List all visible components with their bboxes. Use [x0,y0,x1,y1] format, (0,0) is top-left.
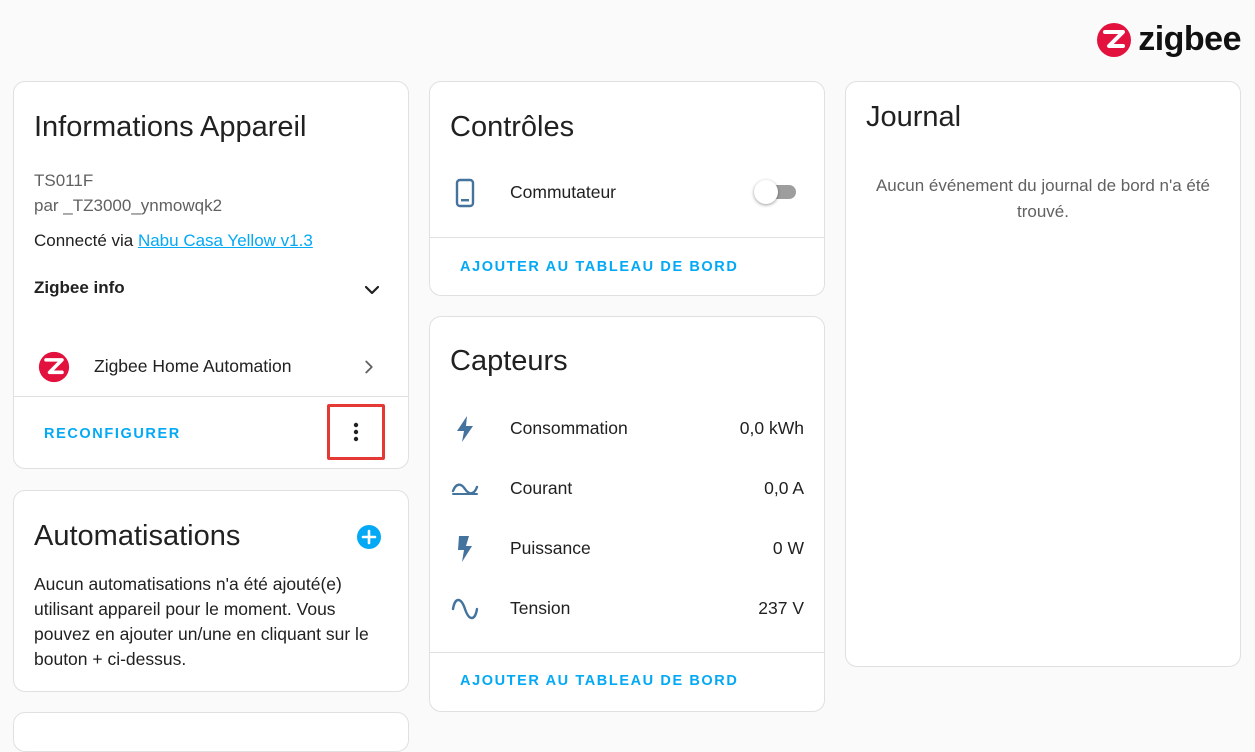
connected-via-label: Connecté via [34,231,138,250]
sensor-label: Courant [510,478,573,498]
flash-icon [458,536,472,562]
sensors-title: Capteurs [450,345,568,377]
sensor-row-consumption[interactable]: Consommation 0,0 kWh [430,411,824,447]
dots-vertical-icon [353,422,359,442]
sensor-value: 0,0 kWh [739,418,804,438]
zigbee-integration-icon [38,351,70,383]
device-manufacturer: par _TZ3000_ynmowqk2 [34,196,223,215]
journal-empty-text: Aucun événement du journal de bord n'a é… [875,176,1211,221]
automations-empty-text: Aucun automatisations n'a été ajouté(e) … [34,574,369,669]
more-options-button[interactable] [327,404,385,460]
current-ac-icon [451,483,479,495]
add-to-dashboard-button[interactable]: AJOUTER AU TABLEAU DE BORD [460,673,738,689]
controls-title: Contrôles [450,111,575,143]
chevron-right-icon [365,360,373,374]
add-automation-button[interactable] [356,524,382,550]
sensor-value: 237 V [758,598,804,618]
sensor-value: 0 W [772,538,804,558]
divider [430,652,824,653]
automations-card: Automatisations Aucun automatisations n'… [13,490,409,692]
reconfigure-button[interactable]: RECONFIGURER [44,426,181,442]
toggle-thumb [754,180,778,204]
journal-title: Journal [866,101,962,133]
device-info-card: Informations Appareil TS011F par _TZ3000… [13,81,409,469]
add-to-dashboard-button[interactable]: AJOUTER AU TABLEAU DE BORD [460,259,738,275]
device-model: TS011F [34,171,94,190]
connected-via-link[interactable]: Nabu Casa Yellow v1.3 [138,231,313,250]
brand-name: zigbee [1138,20,1241,58]
sensor-row-voltage[interactable]: Tension 237 V [430,591,824,627]
sensor-label: Puissance [510,538,591,558]
chevron-down-icon [364,285,380,295]
switch-label: Commutateur [510,182,617,202]
sensors-card: Capteurs Consommation 0,0 kWh Courant 0,… [429,316,825,712]
switch-row[interactable]: Commutateur [430,172,824,214]
controls-card: Contrôles Commutateur AJOUTER AU TABLEAU… [429,81,825,296]
divider [430,237,824,238]
divider [14,396,408,397]
next-card [13,712,409,752]
lightning-icon [457,416,473,442]
zigbee-brand: zigbee [1096,20,1241,59]
automations-title: Automatisations [34,520,241,552]
sensor-row-current[interactable]: Courant 0,0 A [430,471,824,507]
connected-via: Connecté via Nabu Casa Yellow v1.3 [34,231,313,251]
integration-label: Zigbee Home Automation [94,356,292,376]
integration-row[interactable]: Zigbee Home Automation [14,344,408,390]
zigbee-info-expander[interactable]: Zigbee info [14,268,408,308]
sensor-label: Tension [510,598,571,618]
sensor-value: 0,0 A [764,478,804,498]
smartphone-icon [455,178,475,208]
sensor-label: Consommation [510,418,628,438]
sensor-row-power[interactable]: Puissance 0 W [430,531,824,567]
device-info-title: Informations Appareil [34,111,307,143]
zigbee-info-label: Zigbee info [34,278,125,297]
switch-toggle[interactable] [754,180,798,204]
journal-card: Journal Aucun événement du journal de bo… [845,81,1241,667]
zigbee-logo-icon [1097,22,1132,57]
sine-wave-icon [451,598,479,620]
